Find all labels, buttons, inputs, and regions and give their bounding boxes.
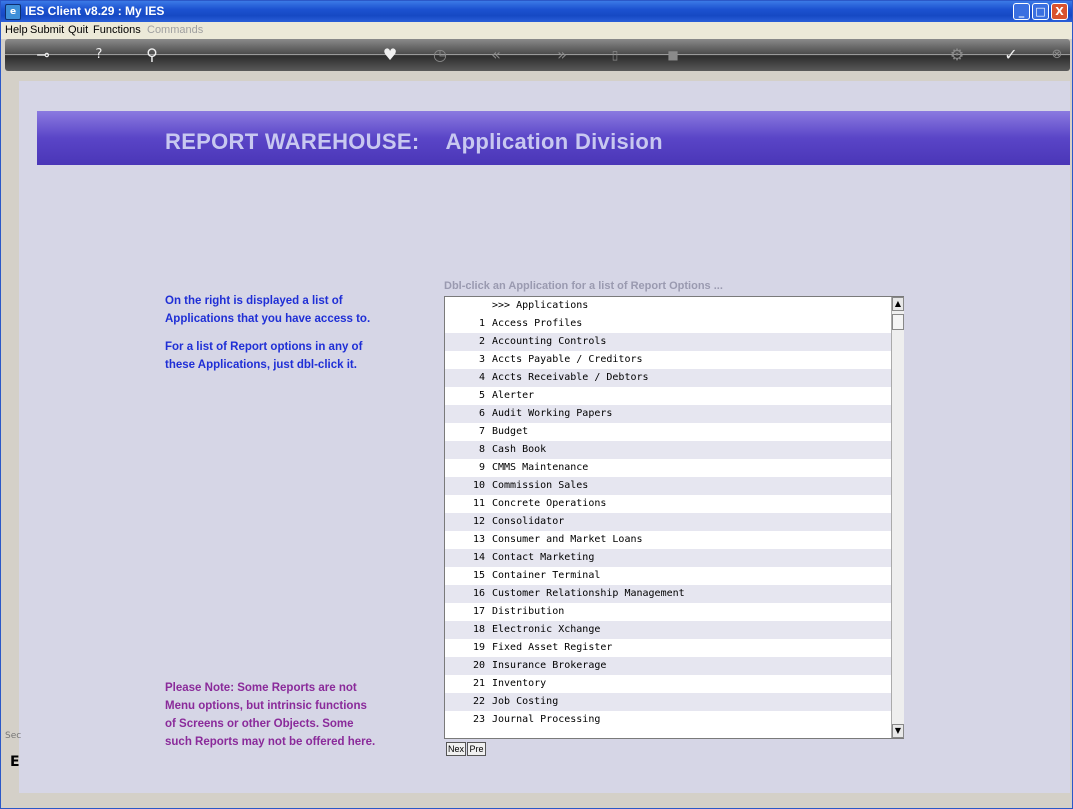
list-item[interactable]: 8 Cash Book — [445, 441, 891, 459]
scroll-thumb[interactable] — [892, 314, 904, 330]
list-item[interactable]: 16 Customer Relationship Management — [445, 585, 891, 603]
info-text-access: On the right is displayed a list of Appl… — [165, 292, 435, 328]
info-line: On the right is displayed a list of — [165, 295, 343, 307]
list-item[interactable]: 10 Commission Sales — [445, 477, 891, 495]
rewind-icon[interactable]: « — [484, 45, 508, 65]
menu-functions[interactable]: Functions — [93, 24, 141, 36]
menu-submit[interactable]: Submit — [30, 24, 64, 36]
help-icon[interactable]: ? — [87, 45, 111, 65]
list-item[interactable]: 7 Budget — [445, 423, 891, 441]
stop-icon[interactable]: ■ — [661, 45, 685, 65]
page-title-sub: Application Division — [445, 129, 663, 154]
title-bar[interactable]: e IES Client v8.29 : My IES _ □ X — [1, 1, 1072, 22]
settings-icon[interactable]: ⚙ — [945, 45, 969, 65]
list-item[interactable]: 9 CMMS Maintenance — [445, 459, 891, 477]
list-item[interactable]: 14 Contact Marketing — [445, 549, 891, 567]
list-item[interactable]: 23 Journal Processing — [445, 711, 891, 725]
list-item[interactable]: 6 Audit Working Papers — [445, 405, 891, 423]
list-header: >>> Applications — [492, 300, 589, 311]
list-scrollbar[interactable]: ▲ ▼ — [891, 297, 904, 738]
minimize-button[interactable]: _ — [1013, 3, 1030, 20]
list-item[interactable]: 3 Accts Payable / Creditors — [445, 351, 891, 369]
list-item[interactable]: 5 Alerter — [445, 387, 891, 405]
page-title: REPORT WAREHOUSE: Application Division — [165, 129, 663, 155]
info-line: For a list of Report options in any of — [165, 341, 363, 353]
page-title-main: REPORT WAREHOUSE: — [165, 129, 420, 154]
heart-icon[interactable]: ♥ — [378, 45, 402, 65]
maximize-button[interactable]: □ — [1032, 3, 1049, 20]
status-glyph: E — [10, 754, 20, 770]
list-item[interactable]: 2 Accounting Controls — [445, 333, 891, 351]
close-button[interactable]: X — [1051, 3, 1068, 20]
note-line: such Reports may not be offered here. — [165, 736, 376, 748]
fast-forward-icon[interactable]: » — [550, 45, 574, 65]
check-icon[interactable]: ✓ — [999, 45, 1023, 65]
clock-icon[interactable]: ◷ — [428, 45, 452, 65]
key-icon[interactable]: ⊸ — [31, 45, 55, 65]
previous-button[interactable]: Pre — [467, 742, 486, 756]
app-window: e IES Client v8.29 : My IES _ □ X Help S… — [0, 0, 1073, 809]
note-line: Menu options, but intrinsic functions — [165, 700, 367, 712]
window-title: IES Client v8.29 : My IES — [25, 4, 165, 18]
scroll-up-button[interactable]: ▲ — [892, 297, 904, 311]
menu-bar: Help Submit Quit Functions Commands — [1, 22, 1072, 39]
note-line: of Screens or other Objects. Some — [165, 718, 354, 730]
info-text-dblclick: For a list of Report options in any of t… — [165, 338, 435, 374]
scroll-down-button[interactable]: ▼ — [892, 724, 904, 738]
menu-commands[interactable]: Commands — [147, 24, 203, 36]
toolbar: ⊸ ? ⚲ ♥ ◷ « » ▯ ■ ⚙ ✓ ⊗ — [5, 39, 1070, 71]
list-item[interactable]: 17 Distribution — [445, 603, 891, 621]
info-line: Applications that you have access to. — [165, 313, 371, 325]
menu-help[interactable]: Help — [5, 24, 28, 36]
list-item[interactable]: 15 Container Terminal — [445, 567, 891, 585]
next-button[interactable]: Nex — [446, 742, 466, 756]
list-item[interactable]: 19 Fixed Asset Register — [445, 639, 891, 657]
list-item[interactable]: 21 Inventory — [445, 675, 891, 693]
list-item[interactable]: 1 Access Profiles — [445, 315, 891, 333]
close-icon[interactable]: ⊗ — [1045, 45, 1069, 65]
search-icon[interactable]: ⚲ — [140, 45, 164, 65]
left-strip — [5, 81, 19, 793]
edit-icon[interactable]: ▯ — [603, 45, 627, 65]
list-item[interactable]: 4 Accts Receivable / Debtors — [445, 369, 891, 387]
list-item[interactable]: 13 Consumer and Market Loans — [445, 531, 891, 549]
list-item[interactable]: 12 Consolidator — [445, 513, 891, 531]
note-line: Please Note: Some Reports are not — [165, 682, 357, 694]
list-item[interactable]: 20 Insurance Brokerage — [445, 657, 891, 675]
list-item[interactable]: 18 Electronic Xchange — [445, 621, 891, 639]
info-line: these Applications, just dbl-click it. — [165, 359, 357, 371]
list-item[interactable]: 22 Job Costing — [445, 693, 891, 711]
app-icon: e — [5, 4, 21, 20]
list-caption: Dbl-click an Application for a list of R… — [444, 280, 723, 292]
status-text: Sec — [5, 731, 22, 741]
toolbar-line — [5, 54, 1070, 55]
applications-list[interactable]: >>> Applications 1 Access Profiles 2 Accou… — [444, 296, 904, 739]
note-text: Please Note: Some Reports are not Menu o… — [165, 679, 435, 751]
menu-quit[interactable]: Quit — [68, 24, 88, 36]
list-item[interactable]: 11 Concrete Operations — [445, 495, 891, 513]
